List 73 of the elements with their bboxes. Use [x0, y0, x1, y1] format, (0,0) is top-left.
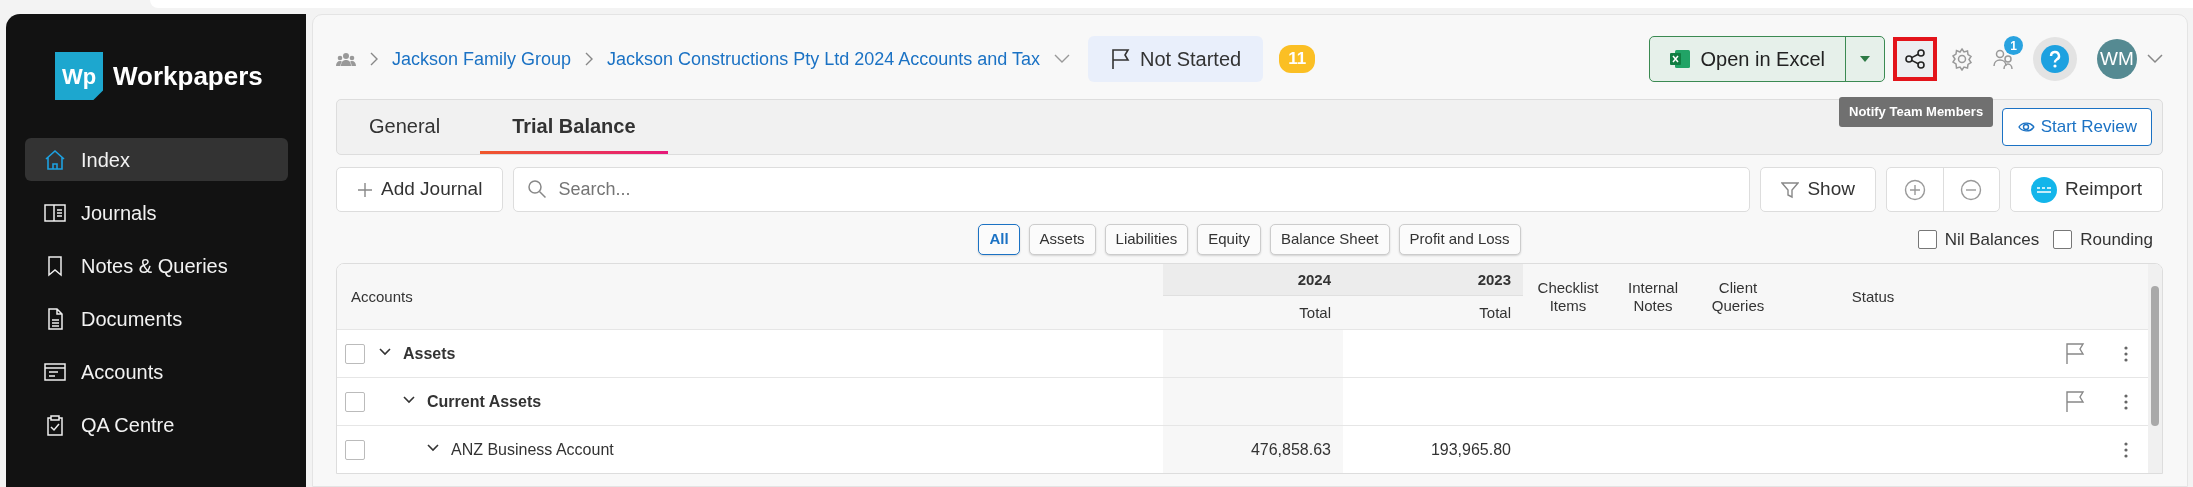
- row-checkbox[interactable]: [345, 391, 365, 412]
- user-avatar[interactable]: WM: [2097, 39, 2137, 79]
- checkbox[interactable]: [1917, 229, 1937, 249]
- column-header: Internal Notes: [1613, 264, 1693, 329]
- column-header: Client Queries: [1693, 264, 1783, 329]
- account-name: ANZ Business Account: [451, 439, 614, 460]
- tab[interactable]: General: [337, 100, 473, 154]
- more-options-icon[interactable]: [2123, 393, 2128, 410]
- caret-icon: [1859, 55, 1871, 63]
- filter-chip[interactable]: Assets: [1028, 224, 1096, 255]
- column-header: Status: [1783, 264, 1963, 329]
- notification-badge: 1: [2004, 36, 2023, 55]
- sidebar-item[interactable]: Journals: [25, 191, 288, 234]
- filter-icon: [1781, 180, 1800, 199]
- breadcrumb-link[interactable]: Jackson Constructions Pty Ltd 2024 Accounts and Tax: [607, 45, 1040, 73]
- plus-circle-icon: [1903, 178, 1926, 201]
- account-group-name: Assets: [403, 343, 456, 364]
- reimport-button[interactable]: Reimport: [2009, 167, 2163, 212]
- sidebar-item[interactable]: QA Centre: [25, 403, 288, 446]
- checkbox-label: Rounding: [2080, 228, 2153, 251]
- sync-logo-icon: [2030, 176, 2057, 203]
- sidebar-item[interactable]: Accounts: [25, 350, 288, 393]
- group-icon: [336, 51, 356, 67]
- filter-chip[interactable]: All: [978, 224, 1020, 255]
- spreadsheet-icon: [1670, 49, 1691, 69]
- year-header: 2024: [1163, 264, 1343, 295]
- flag-icon[interactable]: [2065, 389, 2085, 414]
- eye-icon: [2016, 119, 2035, 135]
- more-options-icon[interactable]: [2123, 345, 2128, 362]
- show-filter-button[interactable]: Show: [1760, 167, 1876, 212]
- sidebar-item[interactable]: Index: [25, 138, 288, 181]
- plus-icon: [357, 181, 373, 198]
- app-name: Workpapers: [113, 59, 263, 93]
- search-icon: [527, 179, 548, 199]
- flag-icon[interactable]: [2065, 341, 2085, 366]
- add-journal-button[interactable]: Add Journal: [336, 167, 504, 212]
- filter-chip[interactable]: Balance Sheet: [1269, 224, 1390, 255]
- filter-chip[interactable]: Profit and Loss: [1398, 224, 1521, 255]
- checkbox[interactable]: [2053, 229, 2073, 249]
- column-header: Total: [1163, 295, 1343, 329]
- search-field[interactable]: Search...: [513, 167, 1751, 212]
- flag-icon: [1110, 47, 1130, 71]
- checkbox-label: Nil Balances: [1944, 228, 2040, 251]
- tab[interactable]: Trial Balance: [480, 100, 668, 154]
- column-header: Checklist Items: [1523, 264, 1613, 329]
- year-header: 2023: [1343, 264, 1523, 295]
- account-group-name: Current Assets: [427, 391, 542, 412]
- help-icon: [2040, 44, 2070, 74]
- chevron-right-icon: [370, 52, 378, 66]
- chevron-right-icon: [585, 52, 594, 66]
- home-icon: [43, 147, 67, 172]
- breadcrumb-link[interactable]: Jackson Family Group: [392, 45, 572, 73]
- status-button[interactable]: Not Started: [1088, 36, 1264, 82]
- more-options-icon[interactable]: [2123, 441, 2128, 458]
- sidebar-item[interactable]: Notes & Queries: [25, 244, 288, 287]
- logo-mark: Wp: [55, 52, 103, 100]
- settings-icon: [1950, 47, 1974, 71]
- sidebar-item[interactable]: Documents: [25, 297, 288, 340]
- minus-circle-icon: [1960, 178, 1983, 201]
- filter-chip[interactable]: Liabilities: [1104, 224, 1189, 255]
- count-badge: 11: [1279, 45, 1316, 73]
- filter-chip[interactable]: Equity: [1197, 224, 1261, 255]
- amount-cell: 193,965.80: [1343, 425, 1523, 473]
- row-checkbox[interactable]: [345, 343, 365, 364]
- column-header: Total: [1343, 295, 1523, 329]
- tooltip: Notify Team Members: [1839, 97, 1994, 127]
- help-button[interactable]: [2033, 37, 2077, 81]
- column-header: Accounts: [337, 264, 1163, 329]
- amount-cell: 476,858.63: [1163, 425, 1343, 473]
- chevron-down-icon: [1054, 54, 1070, 64]
- row-checkbox[interactable]: [345, 439, 365, 460]
- share-icon: [1904, 48, 1926, 70]
- start-review-button[interactable]: Start Review: [2001, 108, 2152, 146]
